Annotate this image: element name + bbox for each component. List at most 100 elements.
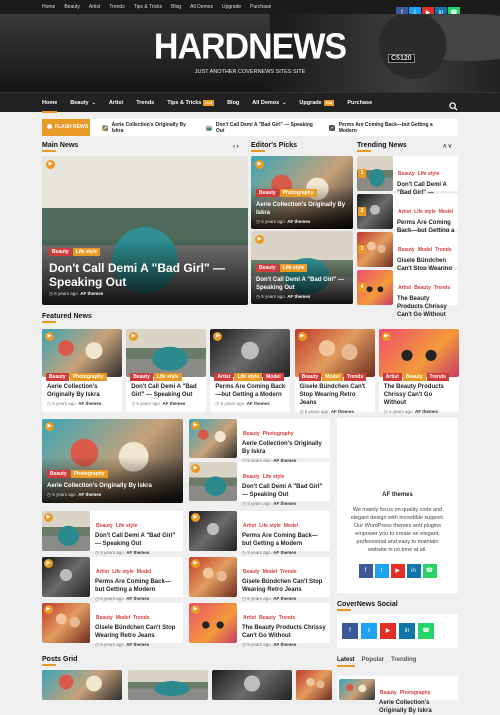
category-tag[interactable]: Beauty	[256, 264, 279, 272]
category-tag[interactable]: Life style	[258, 523, 282, 529]
category-tag[interactable]: Model	[262, 569, 278, 575]
category-tag[interactable]: Beauty	[130, 373, 153, 381]
nav-item[interactable]: Upgrade Hot	[299, 93, 335, 113]
top-link[interactable]: Artist	[89, 4, 100, 10]
nav-item[interactable]: All Demos ⌄	[252, 93, 286, 113]
category-tag[interactable]: Life style	[279, 264, 308, 272]
category-tag[interactable]: Beauty	[242, 569, 261, 575]
category-tag[interactable]: Life style	[262, 474, 286, 480]
featured-card[interactable]: ▶ Artist Beauty Trends The Beauty Products C…	[378, 329, 459, 414]
nav-item[interactable]: Purchase	[347, 93, 372, 113]
category-tag[interactable]: Photography	[262, 431, 295, 437]
nav-item[interactable]: Blog	[227, 93, 239, 113]
category-tag[interactable]: Beauty	[242, 431, 261, 437]
tab-latest[interactable]: Latest	[337, 657, 355, 667]
trending-title[interactable]: The Beauty Products Chrissy Can't Go Wit…	[397, 295, 456, 319]
category-tag[interactable]: Artist	[214, 373, 234, 381]
main-news-arrows[interactable]: ‹ ›	[233, 144, 239, 150]
grid-list-item[interactable]: ▶ Beauty Life style Don't Call Demi A "Bad …	[189, 462, 330, 506]
trending-item[interactable]: 1 Beauty Life style Don't Call Demi A "Bad …	[357, 156, 458, 204]
youtube-icon[interactable]: ▶	[380, 623, 396, 639]
category-tag[interactable]: Artist	[242, 615, 257, 621]
main-news-title[interactable]: Don't Call Demi A "Bad Girl" — Speaking …	[49, 261, 240, 289]
top-link[interactable]: Trends	[109, 4, 124, 10]
trending-item[interactable]: 3 Beauty Model Trends Gisele Bündchen Can't …	[357, 232, 458, 280]
editors-pick-title[interactable]: Don't Call Demi A "Bad Girl" — Speaking …	[256, 276, 349, 292]
nav-item[interactable]: Home	[42, 93, 58, 113]
category-tag[interactable]: Model	[115, 615, 131, 621]
category-tag[interactable]: Trends	[426, 373, 449, 381]
flash-news-item[interactable]: Aerie Collection's Originally By Iskra	[102, 122, 194, 134]
category-tag[interactable]: Life style	[111, 569, 135, 575]
featured-card[interactable]: ▶ Beauty Model Trends Gisele Bündchen Can't …	[294, 329, 375, 414]
twitter-icon[interactable]: t	[361, 623, 377, 639]
category-tag[interactable]: Trends	[433, 285, 451, 291]
category-tag[interactable]: Beauty	[95, 523, 114, 529]
whatsapp-icon[interactable]: ☎	[418, 623, 434, 639]
category-tag[interactable]: Beauty	[256, 189, 279, 197]
grid-list-title[interactable]: Aerie Collection's Originally By Iskra	[242, 440, 327, 456]
category-tag[interactable]: Life style	[417, 171, 441, 177]
grid-list-title[interactable]: Don't Call Demi A "Bad Girl" — Speaking …	[95, 532, 180, 548]
grid-list-item[interactable]: ▶ Artist Beauty Trends The Beauty Products C…	[189, 603, 330, 647]
category-tag[interactable]: Life style	[153, 373, 182, 381]
main-news-slide[interactable]: ▶ Beauty Life style Don't Call Demi A "Ba…	[42, 156, 248, 305]
category-tag[interactable]: Beauty	[298, 373, 322, 381]
category-tag[interactable]: Artist	[242, 523, 257, 529]
category-tag[interactable]: Trends	[279, 569, 297, 575]
grid-list-item[interactable]: ▶ Artist Life style Model Perms Are Coming B…	[42, 557, 183, 601]
category-tag[interactable]: Beauty	[95, 615, 114, 621]
editors-pick-title[interactable]: Aerie Collection's Originally By Iskra	[256, 201, 349, 217]
category-tag[interactable]: Life style	[72, 248, 101, 256]
grid-list-item[interactable]: ▶ Beauty Model Trends Gisele Bündchen Can't …	[189, 557, 330, 601]
top-link[interactable]: Blog	[171, 4, 181, 10]
top-link[interactable]: Purchase	[250, 4, 271, 10]
nav-item[interactable]: Trends	[136, 93, 154, 113]
category-tag[interactable]: Photography	[70, 470, 108, 478]
grid-list-title[interactable]: The Beauty Products Chrissy Can't Go Wit…	[242, 624, 327, 640]
category-tag[interactable]: Model	[322, 373, 343, 381]
tab-popular[interactable]: Popular	[362, 657, 384, 667]
category-tag[interactable]: Artist	[95, 569, 110, 575]
grid-list-item[interactable]: ▶ Artist Life style Model Perms Are Coming B…	[189, 511, 330, 555]
linkedin-icon[interactable]: in	[406, 564, 421, 578]
top-link[interactable]: Tips & Tricks	[134, 4, 162, 10]
twitter-icon[interactable]: t	[374, 564, 389, 578]
tab-post-title[interactable]: Aerie Collection's Originally By Iskra	[379, 699, 456, 715]
search-icon[interactable]	[449, 98, 458, 111]
featured-title[interactable]: Aerie Collection's Originally By Iskra	[47, 383, 118, 399]
trending-arrows[interactable]: ˄ ˅	[443, 144, 452, 150]
facebook-icon[interactable]: f	[342, 623, 358, 639]
category-tag[interactable]: Life style	[234, 373, 263, 381]
featured-title[interactable]: Don't Call Demi A "Bad Girl" — Speaking …	[131, 383, 202, 399]
featured-title[interactable]: The Beauty Products Chrissy Can't Go Wit…	[384, 383, 455, 407]
category-tag[interactable]: Model	[283, 523, 299, 529]
category-tag[interactable]: Life style	[115, 523, 139, 529]
category-tag[interactable]: Artist	[397, 209, 412, 215]
facebook-icon[interactable]: f	[358, 564, 373, 578]
nav-item[interactable]: Artist	[109, 93, 123, 113]
top-link[interactable]: Upgrade	[222, 4, 241, 10]
category-tag[interactable]: Beauty	[242, 474, 261, 480]
category-tag[interactable]: Beauty	[47, 470, 70, 478]
featured-card[interactable]: ▶ Artist Life style Model Perms Are Coming B…	[210, 329, 291, 412]
category-tag[interactable]: Photography	[399, 690, 432, 696]
posts-grid-thumb[interactable]	[296, 670, 332, 700]
editors-pick-card[interactable]: ▶ Beauty Life style Don't Call Demi A "Bad …	[251, 231, 353, 304]
top-link[interactable]: Home	[42, 4, 55, 10]
category-tag[interactable]: Beauty	[397, 171, 416, 177]
editors-pick-card[interactable]: ▶ Beauty Photography Aerie Collection's Ori…	[251, 156, 353, 229]
category-tag[interactable]: Model	[263, 373, 284, 381]
featured-title[interactable]: Perms Are Coming Back—but Getting a Mode…	[215, 383, 286, 399]
nav-item[interactable]: Beauty ⌄	[70, 93, 96, 113]
category-tag[interactable]: Beauty	[46, 373, 69, 381]
grid-list-item[interactable]: ▶ Beauty Life style Don't Call Demi A "Bad …	[42, 511, 183, 555]
category-tag[interactable]: Model	[417, 247, 433, 253]
linkedin-icon[interactable]: in	[399, 623, 415, 639]
grid-list-item[interactable]: ▶ Beauty Photography Aerie Collection's Ori…	[189, 419, 330, 463]
featured-card[interactable]: ▶ Beauty Photography Aerie Collection's Ori…	[42, 329, 122, 412]
grid-list-title[interactable]: Gisele Bündchen Can't Stop Wearing Retro…	[95, 624, 180, 640]
whatsapp-icon[interactable]: ☎	[422, 564, 437, 578]
trending-item[interactable]: 4 Artist Beauty Trends The Beauty Products C…	[357, 270, 458, 318]
category-tag[interactable]: Beauty	[49, 248, 72, 256]
